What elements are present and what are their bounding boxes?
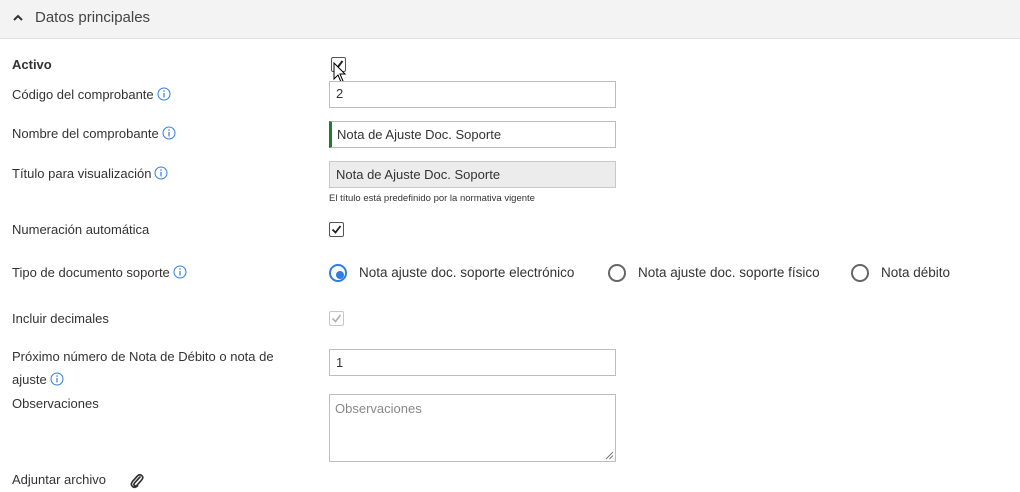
proximo-label-line1: Próximo número de Nota de Débito o nota … [12, 349, 274, 364]
tipo-doc-label: Tipo de documento soporte [12, 265, 187, 280]
codigo-label: Código del comprobante [12, 87, 171, 102]
proximo-input[interactable]: 1 [329, 349, 616, 376]
tipo-doc-label-text: Tipo de documento soporte [12, 265, 170, 280]
proximo-label-line2: ajuste [12, 372, 64, 387]
section-header-datos-principales[interactable]: Datos principales [0, 0, 1020, 39]
radio-fisico-label: Nota ajuste doc. soporte físico [638, 265, 820, 280]
radio-electronico-label: Nota ajuste doc. soporte electrónico [359, 265, 575, 280]
nombre-label-text: Nombre del comprobante [12, 126, 159, 141]
observaciones-textarea[interactable]: Observaciones [329, 394, 616, 462]
observaciones-label: Observaciones [12, 396, 99, 411]
nombre-input[interactable]: Nota de Ajuste Doc. Soporte [329, 121, 616, 148]
nombre-label: Nombre del comprobante [12, 126, 176, 141]
radio-circle [851, 264, 869, 282]
radio-circle [608, 264, 626, 282]
activo-label: Activo [12, 57, 52, 72]
codigo-input[interactable]: 2 [329, 81, 616, 108]
proximo-label-text: ajuste [12, 372, 47, 387]
info-icon[interactable] [154, 166, 168, 180]
checkmark-icon [331, 314, 342, 323]
section-title: Datos principales [35, 9, 151, 26]
observaciones-placeholder: Observaciones [335, 401, 422, 416]
titulo-hint: El título está predefinido por la normat… [329, 193, 535, 204]
info-icon[interactable] [162, 126, 176, 140]
adjuntar-label: Adjuntar archivo [12, 472, 106, 487]
titulo-label-text: Título para visualización [12, 166, 152, 181]
info-icon[interactable] [173, 265, 187, 279]
numeracion-label: Numeración automática [12, 222, 150, 237]
chevron-up-icon [13, 14, 23, 21]
decimales-label: Incluir decimales [12, 311, 109, 326]
checkmark-icon [331, 225, 342, 234]
decimales-checkbox[interactable] [329, 311, 344, 326]
numeracion-checkbox[interactable] [329, 222, 344, 237]
titulo-label: Título para visualización [12, 166, 168, 181]
titulo-input: Nota de Ajuste Doc. Soporte [329, 161, 616, 188]
resize-grip-icon[interactable] [605, 451, 614, 460]
info-icon[interactable] [157, 87, 171, 101]
info-icon[interactable] [50, 372, 64, 386]
radio-circle [329, 264, 347, 282]
codigo-label-text: Código del comprobante [12, 87, 154, 102]
paperclip-icon[interactable] [130, 473, 144, 489]
radio-nota-debito-label: Nota débito [881, 265, 951, 280]
